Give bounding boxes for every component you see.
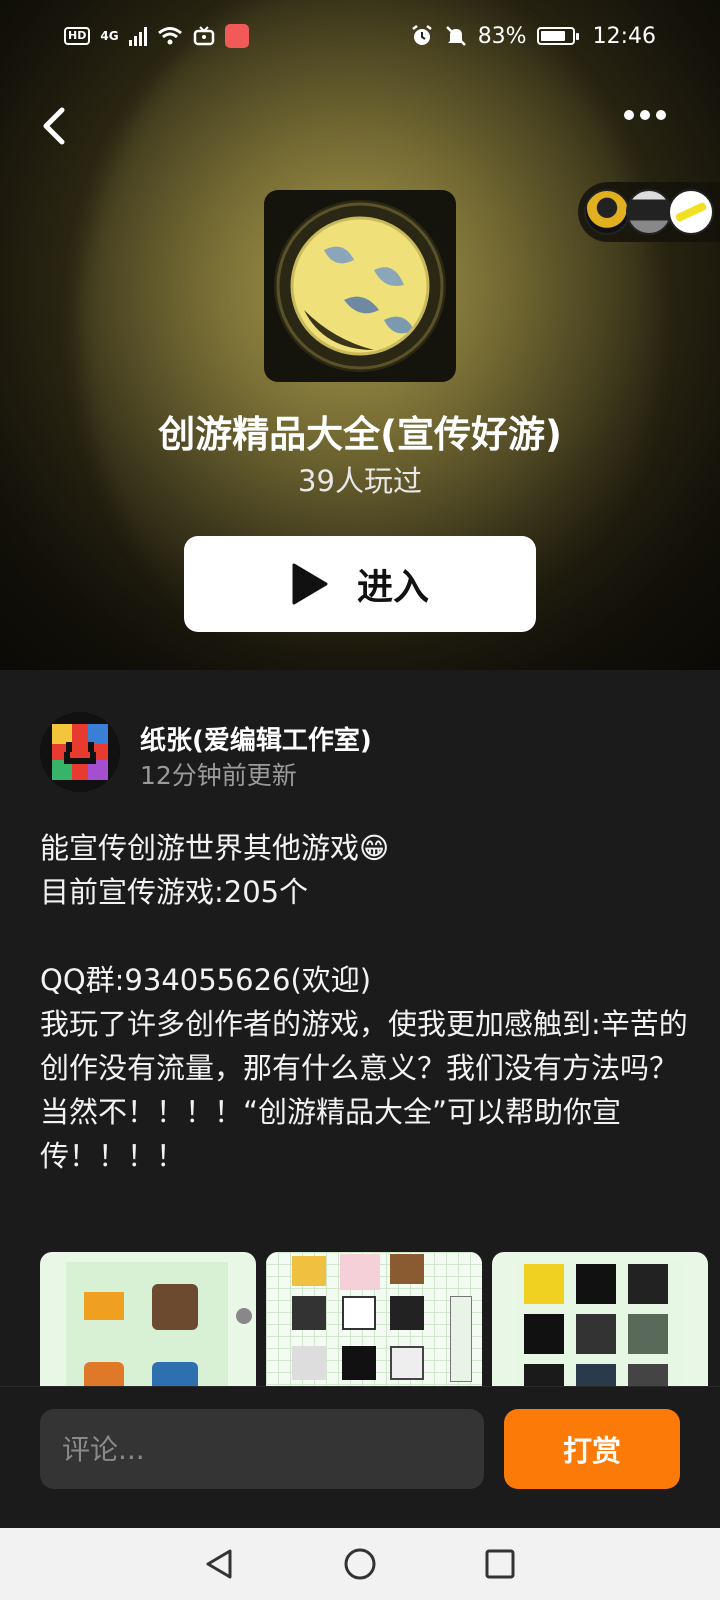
screenshot-thumbnail[interactable] bbox=[40, 1252, 256, 1386]
nav-back-icon[interactable] bbox=[202, 1546, 238, 1582]
more-button[interactable] bbox=[624, 110, 670, 120]
play-icon bbox=[292, 563, 328, 605]
signal-icon bbox=[128, 26, 147, 46]
mute-bell-icon bbox=[445, 26, 466, 46]
screenshot-thumbnail[interactable] bbox=[266, 1252, 482, 1386]
wifi-icon bbox=[157, 27, 182, 45]
status-right: 83% 12:46 bbox=[410, 24, 656, 49]
updated-time: 12分钟前更新 bbox=[140, 761, 297, 790]
nav-recent-icon[interactable] bbox=[482, 1546, 518, 1582]
description: 能宣传创游世界其他游戏😁 目前宣传游戏:205个 QQ群:934055626(欢… bbox=[40, 826, 690, 1178]
game-title: 创游精品大全(宣传好游) bbox=[158, 413, 562, 456]
author-name[interactable]: 纸张(爱编辑工作室) bbox=[140, 720, 372, 757]
app-notification-icon bbox=[224, 24, 249, 48]
more-dots-icon bbox=[624, 110, 634, 120]
status-bar: HD 4G 83% 12:46 bbox=[0, 0, 720, 72]
back-arrow-icon bbox=[43, 107, 65, 145]
clock: 12:46 bbox=[592, 23, 656, 49]
system-nav-bar bbox=[0, 1528, 720, 1600]
recent-players[interactable] bbox=[578, 182, 720, 242]
tv-icon bbox=[193, 26, 214, 46]
battery-fill bbox=[540, 31, 566, 41]
player-avatar bbox=[668, 189, 714, 235]
played-count: 39人玩过 bbox=[298, 464, 422, 498]
status-left: HD 4G bbox=[64, 24, 249, 48]
description-line: QQ群:934055626(欢迎) bbox=[40, 963, 372, 997]
player-avatar bbox=[626, 189, 672, 235]
enter-label: 进入 bbox=[356, 567, 429, 608]
battery-percent: 83% bbox=[477, 23, 527, 49]
hd-badge: HD bbox=[64, 27, 91, 45]
game-icon bbox=[264, 190, 456, 382]
comment-input[interactable] bbox=[40, 1409, 484, 1489]
bottom-bar: 打赏 bbox=[0, 1386, 720, 1528]
description-line: 我玩了许多创作者的游戏，使我更加感触到:辛苦的创作没有流量，那有什么意义？我们没… bbox=[40, 1007, 688, 1173]
description-line: 能宣传创游世界其他游戏😁 bbox=[40, 831, 390, 865]
battery-icon bbox=[536, 27, 579, 45]
description-line: 目前宣传游戏:205个 bbox=[40, 875, 309, 909]
enter-button[interactable]: 进入 bbox=[184, 536, 536, 632]
author-avatar[interactable] bbox=[40, 712, 120, 792]
back-button[interactable] bbox=[36, 104, 76, 148]
screenshot-strip[interactable] bbox=[40, 1252, 720, 1386]
player-avatar bbox=[584, 189, 630, 235]
network-type: 4G bbox=[100, 29, 119, 43]
tip-button[interactable]: 打赏 bbox=[504, 1409, 680, 1489]
nav-home-icon[interactable] bbox=[342, 1546, 378, 1582]
alarm-icon bbox=[411, 25, 432, 45]
screenshot-thumbnail[interactable] bbox=[492, 1252, 708, 1386]
